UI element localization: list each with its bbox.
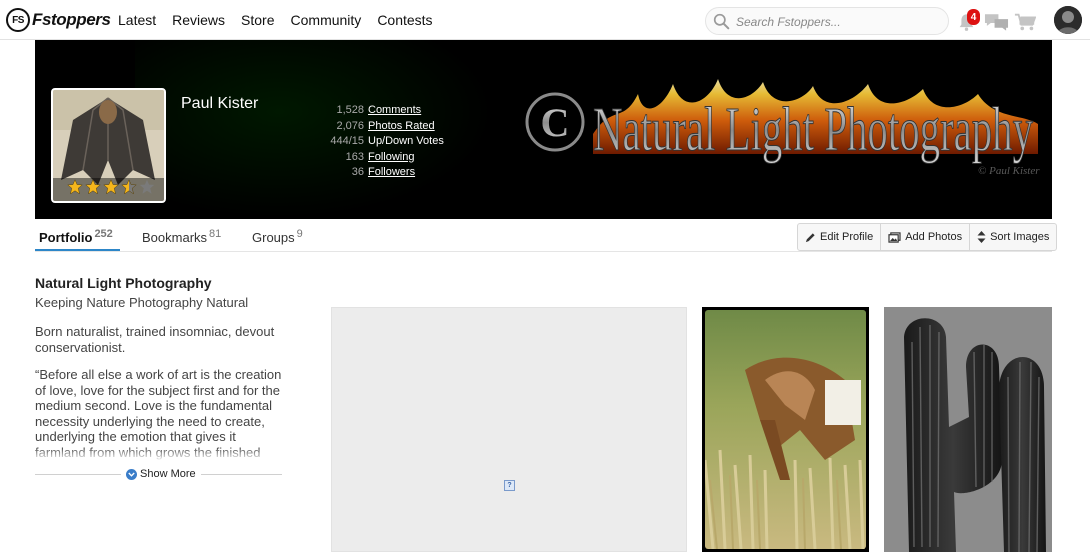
user-avatar[interactable]: [1054, 6, 1082, 34]
profile-picture[interactable]: [51, 88, 166, 203]
stat-value: 444/15: [330, 135, 364, 147]
show-more-label: Show More: [140, 468, 196, 480]
stat-label-votes: Up/Down Votes: [368, 135, 444, 147]
main-nav: Latest Reviews Store Community Contests: [118, 12, 449, 28]
photos-icon: [888, 231, 901, 243]
banner-copyright-mark: C: [541, 100, 570, 145]
stat-comments: 1,528 Comments: [317, 103, 497, 119]
stat-link-photos-rated[interactable]: Photos Rated: [368, 119, 435, 135]
gallery-tile-loading[interactable]: ?: [331, 307, 687, 552]
nav-reviews[interactable]: Reviews: [172, 12, 225, 28]
nav-store[interactable]: Store: [241, 12, 274, 28]
add-photos-label: Add Photos: [905, 231, 963, 243]
cactus-photo: [884, 307, 1052, 552]
half-star-icon: [121, 179, 137, 195]
nav-contests[interactable]: Contests: [377, 12, 432, 28]
tab-groups[interactable]: Groups 9: [252, 228, 303, 245]
chat-icon[interactable]: [984, 12, 1009, 32]
edit-profile-label: Edit Profile: [820, 231, 874, 243]
chevron-down-icon: [126, 468, 137, 480]
about-bio: Born naturalist, trained insomniac, devo…: [35, 324, 275, 355]
profile-actions: Edit Profile Add Photos Sort Images: [797, 223, 1058, 251]
tab-bookmarks[interactable]: Bookmarks 81: [142, 228, 221, 245]
logo-badge: FS: [6, 8, 30, 32]
tab-label: Bookmarks: [142, 230, 208, 245]
stat-value: 1,528: [336, 104, 364, 116]
stat-link-following[interactable]: Following: [368, 150, 414, 166]
tabs-divider: [35, 251, 1052, 252]
site-logo[interactable]: FS Fstoppers: [6, 8, 111, 32]
notification-badge[interactable]: 4: [967, 9, 980, 25]
divider-line: [35, 474, 121, 475]
profile-banner: Paul Kister 1,528 Comments 2,076 Photos …: [35, 40, 1052, 219]
banner-credit: © Paul Kister: [978, 165, 1040, 177]
about-quote: “Before all else a work of art is the cr…: [35, 367, 285, 461]
top-navbar: FS Fstoppers Latest Reviews Store Commun…: [0, 0, 1090, 40]
stat-link-comments[interactable]: Comments: [368, 103, 421, 119]
about-subtitle: Keeping Nature Photography Natural: [35, 295, 249, 310]
logo-wordmark: Fstoppers: [32, 10, 111, 29]
stat-value: 2,076: [336, 119, 364, 132]
show-more-button[interactable]: Show More: [123, 468, 199, 480]
stat-photos-rated: 2,076 Photos Rated: [317, 119, 497, 135]
search-input[interactable]: [736, 13, 941, 30]
nav-latest[interactable]: Latest: [118, 12, 156, 28]
profile-about: Natural Light Photography Keeping Nature…: [35, 275, 285, 461]
edit-profile-button[interactable]: Edit Profile: [798, 224, 882, 250]
stat-value: 36: [351, 166, 364, 178]
broken-image-icon: ?: [504, 480, 515, 491]
star-icon: [103, 179, 119, 195]
stat-link-followers[interactable]: Followers: [368, 165, 415, 181]
search-icon[interactable]: [713, 13, 730, 30]
search-box: [705, 7, 949, 35]
tab-label: Groups: [252, 230, 295, 245]
divider-line: [201, 474, 282, 475]
star-icon: [85, 179, 101, 195]
stat-followers: 36 Followers: [317, 165, 497, 181]
cart-icon[interactable]: [1014, 12, 1036, 32]
tab-label: Portfolio: [39, 230, 93, 245]
profile-stats: 1,528 Comments 2,076 Photos Rated 444/15…: [317, 103, 497, 181]
stat-following: 163 Following: [317, 150, 497, 166]
pencil-icon: [805, 232, 815, 242]
banner-logo-art: C Natural Light Photography © Paul Kiste…: [525, 79, 1040, 177]
stat-votes: 444/15 Up/Down Votes: [317, 134, 497, 150]
gallery-tile-cactus[interactable]: [884, 307, 1052, 552]
about-title: Natural Light Photography: [35, 275, 212, 291]
rating-stars: [67, 179, 155, 195]
star-icon: [67, 179, 83, 195]
gallery-tile-horse[interactable]: [702, 307, 869, 552]
tab-count: 81: [209, 228, 222, 240]
show-more-row: Show More: [35, 468, 282, 482]
tab-count: 252: [94, 228, 113, 240]
sort-images-label: Sort Images: [990, 231, 1050, 243]
tab-portfolio[interactable]: Portfolio 252: [39, 228, 113, 245]
horse-photo: [703, 310, 866, 550]
add-photos-button[interactable]: Add Photos: [881, 224, 971, 250]
tab-count: 9: [296, 228, 303, 240]
banner-title: Natural Light Photography: [593, 96, 1033, 164]
sort-images-button[interactable]: Sort Images: [970, 224, 1056, 250]
nav-community[interactable]: Community: [291, 12, 362, 28]
profile-name: Paul Kister: [181, 95, 259, 112]
stat-value: 163: [345, 150, 364, 163]
sort-icon: [977, 231, 986, 243]
empty-star-icon: [139, 179, 155, 194]
